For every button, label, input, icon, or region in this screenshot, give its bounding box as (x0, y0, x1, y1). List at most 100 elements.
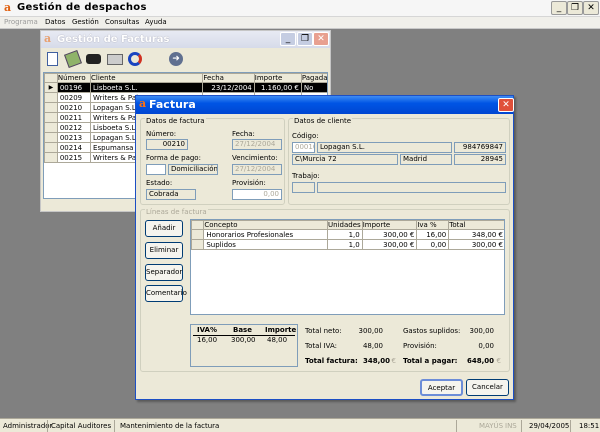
row-importe[interactable]: 300,00 € (361, 239, 418, 250)
row-cliente[interactable]: Lisboeta S.L. (90, 82, 204, 93)
row-fecha[interactable]: 23/12/2004 (202, 82, 255, 93)
factura-logo-icon: a (139, 97, 147, 110)
menu-datos[interactable]: Datos (45, 18, 65, 26)
col-iva[interactable]: Iva % (416, 220, 450, 230)
row-importe[interactable]: 1.160,00 € (253, 82, 302, 93)
refresh-icon[interactable] (128, 52, 142, 66)
codigo-field[interactable]: 00010 (292, 142, 315, 153)
row-importe[interactable]: 300,00 € (361, 229, 418, 240)
row-numero[interactable]: 00215 (56, 152, 92, 163)
row-pagada[interactable]: No (300, 82, 327, 93)
gestion-maximize-button[interactable]: ❐ (297, 32, 313, 46)
row-numero[interactable]: 00209 (56, 92, 92, 103)
menu-gestion[interactable]: Gestión (72, 18, 99, 26)
col-fecha[interactable]: Fecha (202, 73, 255, 83)
datos-cliente-group: Datos de cliente Código: 00010 Lopagan S… (288, 117, 510, 205)
cliente-telefono-field[interactable]: 984769847 (454, 142, 506, 153)
row-iva[interactable]: 16,00 (416, 229, 450, 240)
col-importe-linea[interactable]: Importe (361, 220, 418, 230)
cliente-cp-field[interactable]: 28945 (454, 154, 506, 165)
edit-icon[interactable] (64, 50, 82, 68)
row-numero[interactable]: 00210 (56, 102, 92, 113)
col-total[interactable]: Total (448, 220, 504, 230)
row-marker (44, 92, 58, 103)
forma-pago-field[interactable]: Domiciliación (168, 164, 218, 175)
row-marker (44, 142, 58, 153)
lineas-row-marker (191, 229, 205, 240)
lineas-row[interactable]: Honorarios Profesionales 1,0 300,00 €16,00… (191, 229, 504, 240)
vencimiento-field[interactable]: 27/12/2004 (232, 164, 282, 175)
estado-field[interactable]: Cobrada (146, 189, 196, 200)
aceptar-button[interactable]: Aceptar (420, 379, 463, 396)
gestion-close-button[interactable]: ✕ (313, 32, 329, 46)
estado-label: Estado: (146, 179, 173, 187)
cliente-nombre-field[interactable]: Lopagan S.L. (317, 142, 452, 153)
row-numero[interactable]: 00212 (56, 122, 92, 133)
total-neto-value: 300,00 (358, 327, 384, 335)
trabajo-code-field[interactable] (292, 182, 315, 193)
cliente-ciudad-field[interactable]: Madrid (400, 154, 452, 165)
close-button[interactable]: ✕ (583, 1, 599, 15)
total-pagar-label: Total a pagar: (403, 357, 458, 365)
col-unidades[interactable]: Unidades (327, 220, 363, 230)
row-unidades[interactable]: 1,0 (327, 229, 363, 240)
cliente-direccion-field[interactable]: C\Murcia 72 (292, 154, 398, 165)
numero-label: Número: (146, 130, 177, 138)
lineas-row[interactable]: Suplidos 1,0 300,00 €0,00 300,00 € (191, 239, 504, 250)
gestion-minimize-button[interactable]: _ (280, 32, 296, 46)
factura-title: Factura (149, 98, 196, 111)
numero-field[interactable]: 00210 (146, 139, 188, 150)
gestion-titlebar: a Gestión de Facturas _ ❐ ✕ (41, 31, 330, 48)
menu-consultas[interactable]: Consultas (105, 18, 139, 26)
next-arrow-icon[interactable]: ➜ (169, 52, 183, 66)
row-total[interactable]: 300,00 € (448, 239, 504, 250)
search-binoculars-icon[interactable] (86, 54, 101, 64)
gestion-toolbar: ➜ (41, 49, 330, 71)
separador-button[interactable]: Separador (145, 264, 183, 281)
row-iva[interactable]: 0,00 (416, 239, 450, 250)
cancelar-button[interactable]: Cancelar (466, 379, 509, 396)
total-iva-value: 48,00 (362, 342, 383, 350)
col-numero[interactable]: Número (56, 73, 92, 83)
factura-window: a Factura ✕ Datos de factura Número: 002… (135, 95, 514, 400)
menu-ayuda[interactable]: Ayuda (145, 18, 167, 26)
row-numero[interactable]: 00214 (56, 142, 92, 153)
datos-factura-group: Datos de factura Número: 00210 Fecha: 27… (140, 117, 285, 205)
provision-field[interactable]: 0,00 (232, 189, 282, 200)
trabajo-field[interactable] (317, 182, 506, 193)
row-numero[interactable]: 00196 (56, 82, 92, 93)
lineas-group: Líneas de factura Añadir Eliminar Separa… (140, 208, 510, 372)
maximize-button[interactable]: ❐ (567, 1, 583, 15)
total-factura-value: 348,00 (362, 357, 390, 365)
lineas-grid: Concepto Unidades Importe Iva % Total Ho… (190, 219, 505, 315)
eliminar-button[interactable]: Eliminar (145, 242, 183, 259)
row-marker (44, 102, 58, 113)
col-cliente[interactable]: Cliente (90, 73, 204, 83)
table-row[interactable]: ▶ 00196 Lisboeta S.L. 23/12/2004 1.160,00 € N… (44, 82, 327, 93)
row-total[interactable]: 348,00 € (448, 229, 504, 240)
row-concepto[interactable]: Suplidos (203, 239, 329, 250)
minimize-button[interactable]: _ (551, 1, 567, 15)
status-sep-2 (114, 420, 115, 432)
print-icon[interactable] (107, 54, 123, 65)
col-concepto[interactable]: Concepto (203, 220, 329, 230)
status-sep-3 (456, 420, 457, 432)
fecha-field[interactable]: 27/12/2004 (232, 139, 282, 150)
row-concepto[interactable]: Honorarios Profesionales (203, 229, 329, 240)
row-marker (44, 122, 58, 133)
row-numero[interactable]: 00213 (56, 132, 92, 143)
status-message: Mantenimiento de la factura (120, 422, 220, 430)
new-document-icon[interactable] (47, 52, 58, 66)
iva-row-base: 300,00 (231, 336, 256, 344)
col-pagada[interactable]: Pagada (300, 73, 327, 83)
factura-close-button[interactable]: ✕ (498, 98, 514, 112)
comentario-button[interactable]: Comentario (145, 285, 187, 302)
col-importe[interactable]: Importe (253, 73, 302, 83)
forma-pago-code-field[interactable] (146, 164, 166, 175)
gestion-logo-icon: a (44, 32, 52, 45)
row-numero[interactable]: 00211 (56, 112, 92, 123)
menu-programa[interactable]: Programa (4, 18, 38, 26)
anadir-button[interactable]: Añadir (145, 220, 183, 237)
total-iva-label: Total IVA: (305, 342, 338, 350)
row-unidades[interactable]: 1,0 (327, 239, 363, 250)
